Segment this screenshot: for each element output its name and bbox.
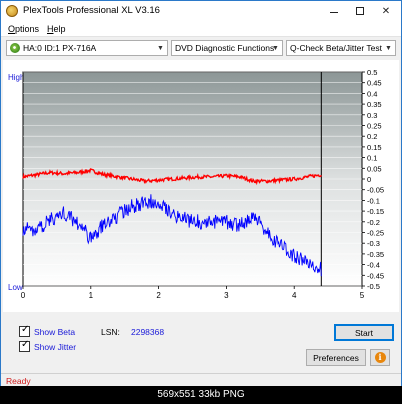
start-button[interactable]: Start: [334, 324, 394, 341]
show-jitter-checkbox[interactable]: ✓: [19, 339, 30, 352]
chevron-down-icon: ▼: [272, 45, 279, 52]
show-jitter-label[interactable]: Show Jitter: [34, 342, 76, 352]
app-icon: [6, 5, 18, 17]
y-axis-tick-label: -0.5: [367, 282, 380, 291]
info-button[interactable]: i: [370, 349, 390, 366]
window-title: PlexTools Professional XL V3.16: [23, 5, 160, 16]
info-icon: i: [374, 352, 386, 363]
app-window: PlexTools Professional XL V3.16 ✕ Option…: [0, 0, 402, 404]
beta-jitter-chart: 0.5 0.450.4 0.35 0.3 0.250.2 0.15 0.10.05 0 -0.0…: [21, 68, 384, 300]
y-axis-tick-label: 0.35: [367, 100, 382, 109]
y-axis-tick-label: 0.25: [367, 122, 382, 131]
checkmark-icon: ✓: [21, 324, 30, 335]
y-axis-tick-label: 0.5: [367, 68, 377, 77]
preferences-button[interactable]: Preferences: [306, 349, 366, 366]
y-axis-tick-label: 0.05: [367, 164, 382, 173]
lsn-label: LSN:: [101, 327, 120, 337]
menu-options-accelerator: O: [8, 24, 16, 34]
y-axis-tick-label: 0.3: [367, 111, 377, 120]
chevron-down-icon: ▼: [385, 45, 392, 52]
maximize-icon: [356, 7, 364, 15]
x-axis-tick-label: 1: [89, 291, 94, 300]
checkmark-icon: ✓: [21, 339, 30, 350]
chevron-down-icon: ▼: [157, 45, 164, 52]
x-axis-tick-label: 5: [360, 291, 365, 300]
y-axis-tick-label: -0.2: [367, 218, 380, 227]
minimize-button[interactable]: [321, 1, 347, 21]
close-button[interactable]: ✕: [373, 1, 399, 21]
y-axis-tick-label: 0.2: [367, 132, 377, 141]
menu-options[interactable]: Options: [8, 24, 39, 34]
y-axis-tick-label: -0.1: [367, 196, 380, 205]
drive-select-value: HA:0 ID:1 PX-716A: [23, 43, 97, 53]
y-axis-tick-label: -0.05: [367, 186, 384, 195]
show-beta-label[interactable]: Show Beta: [34, 327, 75, 337]
function-select-value: DVD Diagnostic Functions: [175, 43, 275, 53]
menu-bar: Options Help: [1, 21, 401, 37]
y-axis-tick-label: -0.35: [367, 250, 384, 259]
menu-options-label: ptions: [15, 24, 40, 34]
y-axis-tick-label: 0.1: [367, 154, 377, 163]
x-axis-tick-label: 4: [292, 291, 297, 300]
y-axis-tick-label: 0.4: [367, 89, 377, 98]
y-axis-tick-label: 0.45: [367, 79, 382, 88]
image-caption: 569x551 33kb PNG: [0, 386, 402, 404]
status-text: Ready: [6, 376, 31, 386]
title-bar: PlexTools Professional XL V3.16 ✕: [1, 1, 401, 21]
function-select[interactable]: DVD Diagnostic Functions ▼: [171, 40, 283, 56]
x-axis-tick-label: 2: [156, 291, 161, 300]
controls-panel: ✓ Show Beta ✓ Show Jitter LSN: 2298368 S…: [1, 317, 401, 377]
y-axis-tick-label: -0.15: [367, 207, 384, 216]
close-icon: ✕: [381, 5, 391, 17]
x-axis-tick-label: 0: [21, 291, 26, 300]
toolbar: HA:0 ID:1 PX-716A ▼ DVD Diagnostic Funct…: [1, 38, 401, 58]
show-beta-checkbox[interactable]: ✓: [19, 324, 30, 337]
y-axis-tick-label: -0.45: [367, 271, 384, 280]
y-axis-tick-label: 0.15: [367, 143, 382, 152]
y-axis-tick-label: -0.4: [367, 261, 380, 270]
minimize-icon: [330, 11, 338, 13]
drive-select[interactable]: HA:0 ID:1 PX-716A ▼: [6, 40, 168, 56]
x-axis-tick-label: 3: [224, 291, 229, 300]
menu-help-label: elp: [53, 24, 66, 34]
chart-panel: High Low 0.5 0.45 0.4 0.35 0.3 0.25 0.2 0.15 0.1…: [3, 60, 399, 312]
y-axis-tick-label: -0.3: [367, 239, 380, 248]
maximize-button[interactable]: [347, 1, 373, 21]
y-axis-tick-label: -0.25: [367, 229, 384, 238]
lsn-value: 2298368: [131, 327, 165, 337]
test-select-value: Q-Check Beta/Jitter Test: [290, 43, 382, 53]
disc-drive-icon: [10, 43, 20, 53]
test-select[interactable]: Q-Check Beta/Jitter Test ▼: [286, 40, 396, 56]
menu-help[interactable]: Help: [47, 24, 66, 34]
y-axis-tick-label: 0: [367, 175, 371, 184]
status-bar: Ready: [1, 373, 401, 387]
